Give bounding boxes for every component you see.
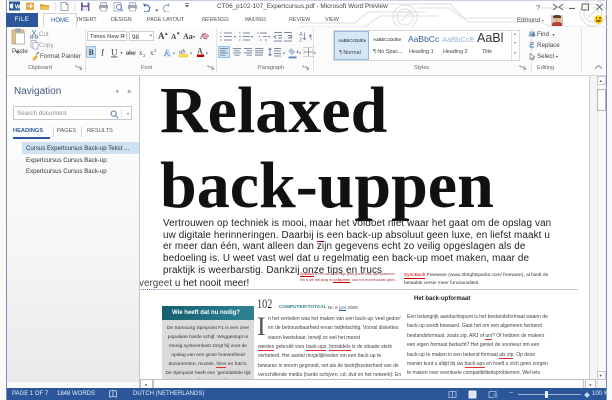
svg-text:w: w xyxy=(14,4,21,11)
svg-text:▾: ▾ xyxy=(206,51,208,56)
svg-text:A: A xyxy=(158,31,165,41)
svg-text:▾: ▾ xyxy=(173,51,175,56)
svg-text:▴: ▴ xyxy=(164,32,168,37)
svg-text:▾: ▾ xyxy=(193,34,195,39)
svg-text:▾: ▾ xyxy=(121,50,123,55)
svg-text:▾: ▾ xyxy=(283,51,285,56)
svg-text:U: U xyxy=(111,48,118,58)
svg-text:Z: Z xyxy=(299,38,303,44)
svg-text:2: 2 xyxy=(154,48,156,53)
svg-text:¶: ¶ xyxy=(309,33,313,42)
svg-text:B: B xyxy=(89,48,95,57)
svg-text:▾: ▾ xyxy=(190,51,192,56)
svg-text:A: A xyxy=(197,47,203,56)
svg-text:▾: ▾ xyxy=(299,51,301,56)
svg-text:2: 2 xyxy=(143,53,145,58)
svg-text:▾: ▾ xyxy=(234,34,236,39)
svg-text:A: A xyxy=(164,48,171,58)
svg-text:Aa: Aa xyxy=(183,32,193,41)
svg-text:?: ? xyxy=(536,3,540,12)
svg-text:▾: ▾ xyxy=(268,34,270,39)
svg-text:▾: ▾ xyxy=(314,51,316,56)
svg-text:abc: abc xyxy=(126,49,136,57)
svg-text:▾: ▾ xyxy=(251,34,253,39)
svg-text:▾: ▾ xyxy=(176,32,180,37)
svg-text:I: I xyxy=(100,48,105,58)
